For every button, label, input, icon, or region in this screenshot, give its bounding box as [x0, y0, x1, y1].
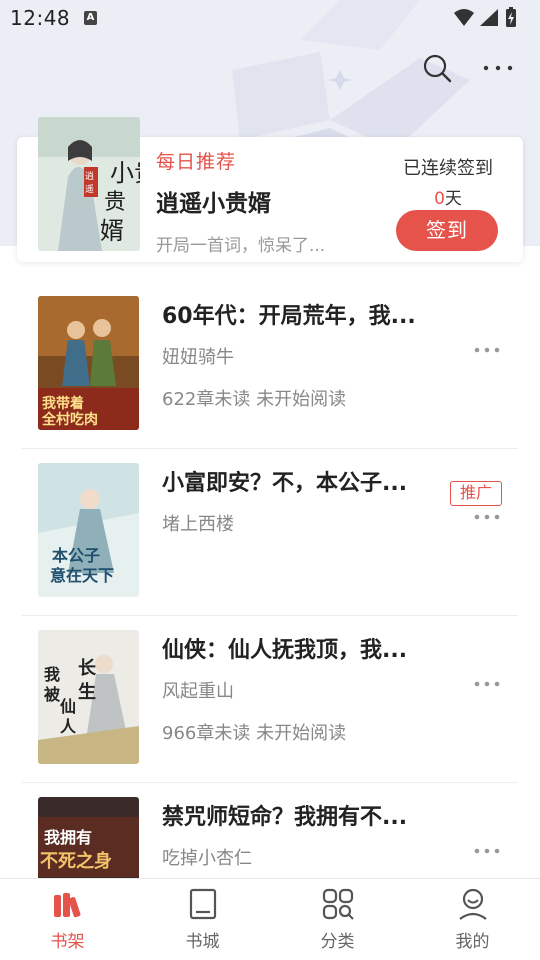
book-cover[interactable]: 本公子 意在天下 [38, 463, 139, 597]
cover-title-text: 小贵婿 [110, 159, 140, 187]
book-author: 堵上西楼 [162, 514, 234, 535]
book-cover-image: 本公子 意在天下 [38, 463, 139, 597]
book-progress: 622章未读 未开始阅读 [162, 389, 347, 410]
book-progress: 966章未读 未开始阅读 [162, 723, 347, 744]
svg-text:人: 人 [60, 717, 77, 736]
bookstore-icon [189, 888, 216, 920]
search-icon [423, 54, 452, 83]
bottom-tab-bar: 书架 书城 分类 我的 [0, 878, 540, 960]
svg-text:贵: 贵 [104, 190, 126, 215]
svg-text:全村吃肉: 全村吃肉 [41, 411, 98, 428]
book-more-icon[interactable] [470, 841, 504, 861]
wifi-icon [454, 9, 474, 26]
svg-text:我拥有: 我拥有 [44, 828, 92, 847]
streak-unit: 天 [444, 189, 462, 209]
book-cover-image: 小贵婿 贵 婿 逍 遥 [38, 117, 140, 251]
svg-text:被: 被 [44, 685, 61, 704]
daily-book-description: 开局一首词，惊呆了... [156, 236, 326, 256]
tab-label: 我的 [455, 932, 490, 952]
book-cover-image: 我带着 全村吃肉 [38, 296, 139, 430]
streak-days: 0天 [396, 184, 500, 209]
svg-text:遥: 遥 [85, 183, 94, 195]
signal-icon [480, 9, 498, 26]
book-cover[interactable]: 我带着 全村吃肉 [38, 296, 139, 430]
bookshelf-item[interactable]: 我带着 全村吃肉 60年代：开局荒年，我... 妞妞骑牛 622章未读 未开始阅… [22, 282, 540, 449]
book-more-icon[interactable] [470, 674, 504, 694]
bookshelf-icon [53, 893, 80, 918]
battery-icon [506, 7, 516, 27]
category-icon [322, 888, 354, 920]
book-title[interactable]: 小富即安？不，本公子... [162, 465, 407, 497]
status-bar: 12:48 A [0, 0, 540, 38]
tab-label: 书架 [50, 932, 85, 952]
book-title[interactable]: 60年代：开局荒年，我... [162, 298, 416, 330]
daily-book-cover[interactable]: 小贵婿 贵 婿 逍 遥 [38, 117, 140, 251]
daily-recommend-tag: 每日推荐 [156, 151, 237, 173]
svg-text:逍: 逍 [85, 170, 94, 182]
svg-text:长: 长 [78, 658, 97, 679]
svg-text:不死之身: 不死之身 [40, 850, 112, 872]
streak-count: 0 [434, 189, 445, 209]
svg-text:我: 我 [44, 665, 60, 684]
bookshelf-item[interactable]: 本公子 意在天下 小富即安？不，本公子... 推广 堵上西楼 [22, 449, 540, 616]
tab-profile[interactable]: 我的 [405, 879, 540, 960]
promoted-badge: 推广 [450, 481, 502, 506]
book-author: 吃掉小杏仁 [162, 848, 252, 869]
svg-text:婿: 婿 [100, 217, 124, 245]
streak-label: 已连续签到 [403, 158, 493, 179]
book-cover-image: 我 被 仙 人 长 生 [38, 630, 139, 764]
daily-book-title[interactable]: 逍遥小贵婿 [156, 184, 271, 218]
more-icon [483, 65, 513, 71]
more-menu-button[interactable] [480, 50, 516, 86]
book-title[interactable]: 禁咒师短命？我拥有不... [162, 799, 407, 831]
bookshelf-item[interactable]: 我 被 仙 人 长 生 仙侠：仙人抚我顶，我... 风起重山 966章未读 未开… [22, 616, 540, 783]
search-button[interactable] [419, 50, 455, 86]
tab-bookstore[interactable]: 书城 [135, 879, 270, 960]
status-icons [454, 7, 516, 27]
book-author: 妞妞骑牛 [162, 347, 234, 368]
book-cover[interactable]: 我 被 仙 人 长 生 [38, 630, 139, 764]
profile-icon [458, 888, 487, 920]
svg-text:仙: 仙 [60, 697, 76, 716]
status-time: 12:48 [10, 6, 71, 30]
svg-text:意在天下: 意在天下 [50, 566, 114, 585]
book-title[interactable]: 仙侠：仙人抚我顶，我... [162, 632, 407, 664]
tab-label: 书城 [185, 932, 220, 952]
book-author: 风起重山 [162, 681, 234, 702]
notification-a-icon: A [84, 11, 97, 25]
signin-button[interactable]: 签到 [396, 210, 498, 251]
tab-bookshelf[interactable]: 书架 [0, 879, 135, 960]
book-more-icon[interactable] [470, 507, 504, 527]
tab-label: 分类 [320, 932, 355, 952]
svg-text:生: 生 [78, 681, 96, 703]
svg-text:我带着: 我带着 [42, 395, 84, 412]
tab-category[interactable]: 分类 [270, 879, 405, 960]
svg-text:本公子: 本公子 [52, 546, 100, 565]
book-more-icon[interactable] [470, 340, 504, 360]
